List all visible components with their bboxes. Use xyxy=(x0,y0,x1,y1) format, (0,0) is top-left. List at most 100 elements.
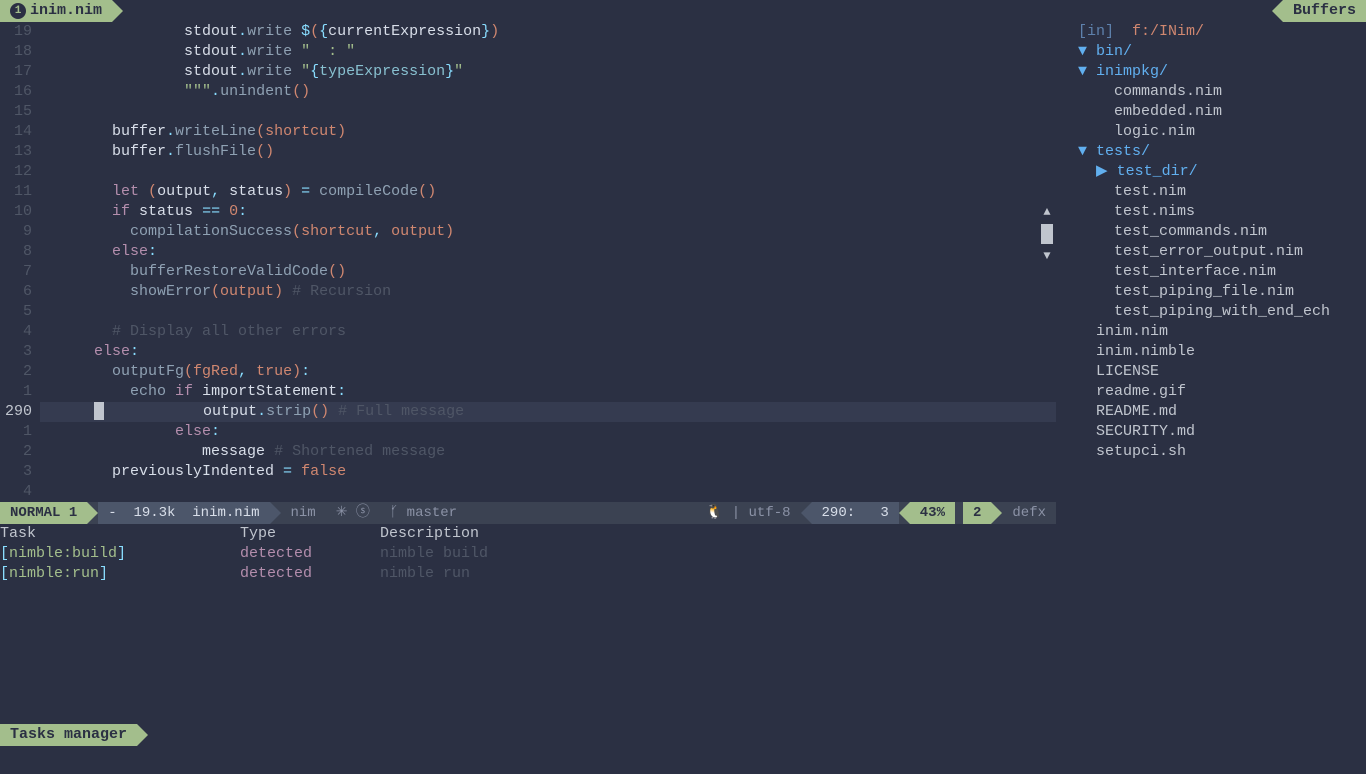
tab-number: 1 xyxy=(10,3,26,19)
tree-dir[interactable]: ▼ inimpkg/ xyxy=(1060,62,1366,82)
code-line: compilationSuccess(shortcut, output) xyxy=(40,222,1056,242)
code-line: stdout.write " : " xyxy=(40,42,1056,62)
code-line: output.strip() # Full message xyxy=(40,402,1056,422)
line-number: 1 xyxy=(0,422,32,442)
code-line: """.unindent() xyxy=(40,82,1056,102)
filetype: nim xyxy=(281,502,326,524)
line-number: 290 xyxy=(0,402,32,422)
tree-file[interactable]: test_commands.nim xyxy=(1060,222,1366,242)
line-number: 10 xyxy=(0,202,32,222)
cursor-position: 290: 3 xyxy=(812,502,899,524)
buffers-tab[interactable]: Buffers xyxy=(1283,0,1366,22)
tree-file[interactable]: README.md xyxy=(1060,402,1366,422)
tasks-panel: Task Type Description [nimble:build]dete… xyxy=(0,524,1056,724)
code-line xyxy=(40,482,1056,502)
file-tree-pane[interactable]: [in] f:/INim/ ▼ bin/ ▼ inimpkg/ commands… xyxy=(1056,22,1366,774)
col-desc-header: Description xyxy=(380,524,1056,544)
tree-file[interactable]: commands.nim xyxy=(1060,82,1366,102)
buffer-name-2: defx xyxy=(1002,502,1056,524)
line-number: 5 xyxy=(0,302,32,322)
code-line: message # Shortened message xyxy=(40,442,1056,462)
line-number: 11 xyxy=(0,182,32,202)
os-icon: 🐧 xyxy=(706,503,723,523)
tree-file[interactable]: test.nim xyxy=(1060,182,1366,202)
line-number: 4 xyxy=(0,322,32,342)
diagnostics-icon: ✳ ⓢ xyxy=(326,502,380,524)
code-line: buffer.flushFile() xyxy=(40,142,1056,162)
tab-current[interactable]: 1 inim.nim xyxy=(0,0,112,22)
tree-file[interactable]: test.nims xyxy=(1060,202,1366,222)
col-type-header: Type xyxy=(240,524,380,544)
code-line: else: xyxy=(40,242,1056,262)
tree-file[interactable]: embedded.nim xyxy=(1060,102,1366,122)
code-line: showError(output) # Recursion xyxy=(40,282,1056,302)
line-number: 19 xyxy=(0,22,32,42)
scroll-thumb[interactable] xyxy=(1041,224,1053,244)
code-line: previouslyIndented = false xyxy=(40,462,1056,482)
code-line xyxy=(40,102,1056,122)
code-line: echo if importStatement: xyxy=(40,382,1056,402)
line-number: 15 xyxy=(0,102,32,122)
code-line: # Display all other errors xyxy=(40,322,1056,342)
tree-file[interactable]: inim.nim xyxy=(1060,322,1366,342)
code-line: stdout.write $({currentExpression}) xyxy=(40,22,1056,42)
line-number: 12 xyxy=(0,162,32,182)
code-line: let (output, status) = compileCode() xyxy=(40,182,1056,202)
line-number: 13 xyxy=(0,142,32,162)
code-line: buffer.writeLine(shortcut) xyxy=(40,122,1056,142)
line-number: 9 xyxy=(0,222,32,242)
tree-file[interactable]: logic.nim xyxy=(1060,122,1366,142)
branch-icon: ᚶ xyxy=(390,503,398,523)
tree-dir[interactable]: ▶ test_dir/ xyxy=(1060,162,1366,182)
tree-file[interactable]: test_piping_with_end_ech xyxy=(1060,302,1366,322)
tree-root[interactable]: [in] f:/INim/ xyxy=(1060,22,1366,42)
tree-dir[interactable]: ▼ tests/ xyxy=(1060,142,1366,162)
line-number: 7 xyxy=(0,262,32,282)
git-branch: ᚶ master xyxy=(380,502,467,524)
code-line: stdout.write "{typeExpression}" xyxy=(40,62,1056,82)
scroll-up-icon[interactable]: ▲ xyxy=(1038,202,1056,222)
scroll-percent: 43% xyxy=(910,502,955,524)
line-number: 8 xyxy=(0,242,32,262)
tab-label: inim.nim xyxy=(30,1,102,21)
code-line: else: xyxy=(40,342,1056,362)
code-line: if status == 0: xyxy=(40,202,1056,222)
tree-file[interactable]: readme.gif xyxy=(1060,382,1366,402)
tabline: 1 inim.nim Buffers xyxy=(0,0,1366,22)
scroll-down-icon[interactable]: ▼ xyxy=(1038,246,1056,266)
window-number-2: 2 xyxy=(963,502,991,524)
tree-file[interactable]: test_interface.nim xyxy=(1060,262,1366,282)
statusline-editor: NORMAL 1 - 19.3k inim.nim nim ✳ ⓢ ᚶ mast… xyxy=(0,502,1056,524)
tree-dir[interactable]: ▼ bin/ xyxy=(1060,42,1366,62)
line-number: 2 xyxy=(0,362,32,382)
line-number: 1 xyxy=(0,382,32,402)
scrollbar[interactable]: ▲ ▼ xyxy=(1038,202,1056,266)
code-line: outputFg(fgRed, true): xyxy=(40,362,1056,382)
code-content[interactable]: stdout.write $({currentExpression}) stdo… xyxy=(40,22,1056,502)
line-number-gutter: 191817161514131211109876543212901234 xyxy=(0,22,40,502)
task-row[interactable]: [nimble:build]detectednimble build xyxy=(0,544,1056,564)
tree-file[interactable]: test_error_output.nim xyxy=(1060,242,1366,262)
tree-file[interactable]: SECURITY.md xyxy=(1060,422,1366,442)
tree-file[interactable]: inim.nimble xyxy=(1060,342,1366,362)
editor-pane[interactable]: 191817161514131211109876543212901234 std… xyxy=(0,22,1056,774)
line-number: 18 xyxy=(0,42,32,62)
tree-file[interactable]: LICENSE xyxy=(1060,362,1366,382)
tasks-table: Task Type Description [nimble:build]dete… xyxy=(0,524,1056,584)
line-number: 6 xyxy=(0,282,32,302)
code-line xyxy=(40,162,1056,182)
code-line: else: xyxy=(40,422,1056,442)
line-number: 14 xyxy=(0,122,32,142)
tasks-manager-tab[interactable]: Tasks manager xyxy=(0,724,137,746)
task-row[interactable]: [nimble:run]detectednimble run xyxy=(0,564,1056,584)
mode-indicator: NORMAL 1 xyxy=(0,502,87,524)
code-line xyxy=(40,302,1056,322)
file-info: - 19.3k inim.nim xyxy=(98,502,269,524)
tree-file[interactable]: test_piping_file.nim xyxy=(1060,282,1366,302)
line-number: 17 xyxy=(0,62,32,82)
code-line: bufferRestoreValidCode() xyxy=(40,262,1056,282)
cursor xyxy=(94,402,104,420)
tree-file[interactable]: setupci.sh xyxy=(1060,442,1366,462)
line-number: 2 xyxy=(0,442,32,462)
line-number: 16 xyxy=(0,82,32,102)
